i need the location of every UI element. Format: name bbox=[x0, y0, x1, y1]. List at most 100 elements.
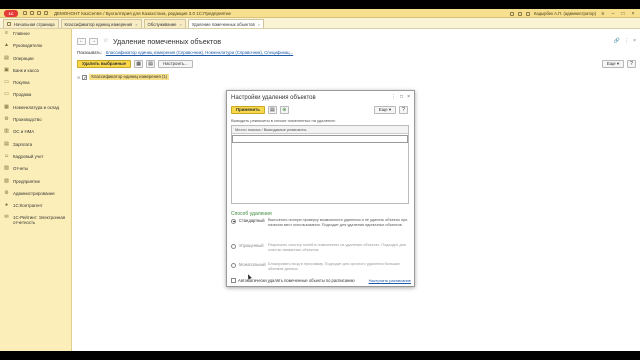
sidebar-item-manager[interactable]: ▲ Руководителю bbox=[0, 41, 71, 53]
notifications-icon[interactable] bbox=[509, 11, 514, 16]
sidebar-item-operations[interactable]: ▤ Операции bbox=[0, 54, 71, 66]
counterparty-icon: ● bbox=[4, 202, 9, 209]
dialog-more-button[interactable]: Еще ▾ bbox=[373, 106, 396, 114]
table-row[interactable] bbox=[232, 135, 408, 143]
current-user[interactable]: Кадырбек А.П. (администратор) bbox=[534, 11, 596, 16]
collapse-icon[interactable]: ⊖ bbox=[77, 75, 80, 80]
operations-icon: ▤ bbox=[4, 54, 9, 61]
delete-selected-button[interactable]: Удалить выбранные bbox=[77, 60, 132, 68]
app-logo: 1С bbox=[4, 9, 18, 17]
sidebar-item-main[interactable]: ≡ Главное bbox=[0, 29, 71, 41]
link-icon[interactable]: 🔗 bbox=[614, 38, 620, 44]
tab-delete-marked[interactable]: Удаление помеченных объектов × bbox=[187, 19, 265, 28]
reports-icon: ▧ bbox=[4, 165, 9, 172]
history-icon[interactable] bbox=[517, 11, 522, 16]
auto-delete-row: Автоматически удалять помеченные объекты… bbox=[231, 278, 411, 283]
enterprise-icon: ▨ bbox=[4, 177, 9, 184]
select-all-icon[interactable]: ▦ bbox=[134, 60, 144, 68]
show-filter-link[interactable]: Классификатор единиц измерения (Справочн… bbox=[106, 50, 293, 55]
clear-selection-icon[interactable]: ▤ bbox=[146, 60, 156, 68]
sidebar-item-hr[interactable]: ☺ Кадровый учет bbox=[0, 152, 71, 164]
app-window: 1С ДЕМОНОНТ КазCentre / Бухгалтерия для … bbox=[0, 9, 640, 351]
sidebar-item-counterparty[interactable]: ● 1С:Контрагент bbox=[0, 201, 71, 213]
forward-button[interactable]: → bbox=[89, 38, 98, 45]
option-exclusive[interactable]: Монопольный Блокировать вход в программу… bbox=[231, 262, 408, 271]
tree-item-label[interactable]: Классификатор единиц измерения (1) bbox=[89, 74, 170, 80]
add-field-icon[interactable]: ▤ bbox=[267, 106, 277, 114]
sales-icon: ▭ bbox=[4, 91, 9, 98]
sidebar-item-production[interactable]: ⚙ Производство bbox=[0, 115, 71, 127]
radio-standard[interactable] bbox=[231, 218, 236, 224]
configure-button[interactable]: Настроить... bbox=[158, 60, 193, 68]
titlebar-right: Кадырбек А.П. (администратор) ≡ – □ × bbox=[509, 9, 636, 18]
menu-icon[interactable]: ≡ bbox=[600, 11, 606, 17]
checkbox[interactable]: ✓ bbox=[82, 74, 88, 80]
command-bar: Удалить выбранные ▦ ▤ Настроить... bbox=[77, 60, 193, 68]
tab-maintenance[interactable]: Обслуживание × bbox=[143, 19, 186, 28]
maximize-icon[interactable]: □ bbox=[620, 11, 626, 17]
salary-icon: ▤ bbox=[4, 140, 9, 147]
apply-button[interactable]: Применить bbox=[231, 106, 265, 114]
purchase-icon: ▭ bbox=[4, 79, 9, 86]
dialog-hint: Выводить реквизиты в списке помеченных н… bbox=[231, 118, 336, 123]
auto-delete-checkbox[interactable] bbox=[231, 278, 236, 283]
titlebar-tools bbox=[23, 11, 48, 15]
tab-home[interactable]: Начальная страница bbox=[3, 19, 59, 28]
add-icon[interactable]: ⊕ bbox=[279, 106, 289, 114]
history-icon[interactable] bbox=[37, 11, 41, 15]
radio-simplified[interactable] bbox=[231, 243, 236, 249]
more-icon[interactable]: ⋮ bbox=[624, 38, 629, 44]
bank-icon: ▣ bbox=[4, 66, 9, 73]
help-button[interactable]: ? bbox=[627, 60, 636, 68]
option-standard[interactable]: Стандартный Выполнять полную проверку во… bbox=[231, 218, 408, 227]
menu-icon: ≡ bbox=[5, 30, 8, 36]
close-icon[interactable]: × bbox=[633, 38, 636, 44]
sidebar-item-sales[interactable]: ▭ Продажа bbox=[0, 90, 71, 102]
gear-icon: ⚙ bbox=[4, 189, 9, 196]
settings-dialog: Настройки удаления объектов ⋮ □ × Примен… bbox=[226, 90, 415, 287]
favorite-star-icon[interactable]: ☆ bbox=[103, 38, 108, 45]
schedule-link[interactable]: Настроить расписание bbox=[369, 278, 411, 283]
delete-method-heading: Способ удаления bbox=[231, 211, 272, 217]
table-header: Место поиска / Выводимые реквизиты bbox=[232, 126, 408, 134]
minimize-icon[interactable]: – bbox=[610, 11, 616, 17]
close-icon[interactable]: × bbox=[135, 22, 137, 27]
main-more-actions: Еще ▾ ? bbox=[601, 60, 636, 68]
page-title: Удаление помеченных объектов bbox=[113, 37, 222, 46]
sidebar-item-assets[interactable]: ▥ ОС и НМА bbox=[0, 127, 71, 139]
home-icon[interactable] bbox=[30, 11, 34, 15]
tab-units-classifier[interactable]: Классификатор единиц измерения × bbox=[60, 19, 142, 28]
tree-row[interactable]: ⊖ ✓ Классификатор единиц измерения (1) bbox=[77, 74, 170, 80]
close-icon[interactable]: × bbox=[179, 22, 181, 27]
back-button[interactable]: ← bbox=[77, 38, 86, 45]
close-icon[interactable]: × bbox=[630, 11, 636, 17]
page-actions: 🔗 ⋮ × bbox=[614, 38, 636, 44]
close-icon[interactable]: × bbox=[258, 22, 260, 27]
sidebar-item-reports[interactable]: ▧ Отчеты bbox=[0, 164, 71, 176]
assets-icon: ▥ bbox=[4, 128, 9, 135]
sidebar-item-enterprise[interactable]: ▨ Предприятие bbox=[0, 177, 71, 189]
sidebar-item-purchase[interactable]: ▭ Покупка bbox=[0, 78, 71, 90]
star-icon[interactable] bbox=[525, 11, 530, 16]
radio-exclusive[interactable] bbox=[231, 262, 236, 268]
dialog-command-bar: Применить ▤ ⊕ bbox=[231, 106, 289, 114]
option-simplified[interactable]: Упрощенный Разрешить очистку полей в пом… bbox=[231, 243, 408, 252]
mail-icon: ✉ bbox=[4, 214, 9, 221]
maximize-icon[interactable]: □ bbox=[400, 94, 403, 100]
sidebar-item-bank[interactable]: ▣ Банк и касса bbox=[0, 66, 71, 78]
close-icon[interactable]: × bbox=[407, 94, 410, 100]
menu-icon[interactable] bbox=[23, 11, 27, 15]
show-label: Показывать: bbox=[77, 50, 102, 55]
home-icon bbox=[7, 22, 11, 26]
sidebar-item-salary[interactable]: ▤ Зарплата bbox=[0, 140, 71, 152]
attributes-table[interactable]: Место поиска / Выводимые реквизиты bbox=[231, 125, 409, 204]
sidebar-item-administration[interactable]: ⚙ Администрирование bbox=[0, 189, 71, 201]
more-button[interactable]: Еще ▾ bbox=[601, 60, 624, 68]
dialog-more-actions: Еще ▾ ? bbox=[373, 106, 408, 114]
favorites-icon[interactable] bbox=[44, 11, 48, 15]
sidebar-item-warehouse[interactable]: ▦ Номенклатура и склад bbox=[0, 103, 71, 115]
sidebar-item-e-reporting[interactable]: ✉ 1С-Рейтинг: Электронная отчетность bbox=[0, 213, 71, 231]
more-icon[interactable]: ⋮ bbox=[391, 94, 396, 100]
auto-delete-label[interactable]: Автоматически удалять помеченные объекты… bbox=[238, 278, 355, 283]
dialog-help-button[interactable]: ? bbox=[399, 106, 408, 114]
